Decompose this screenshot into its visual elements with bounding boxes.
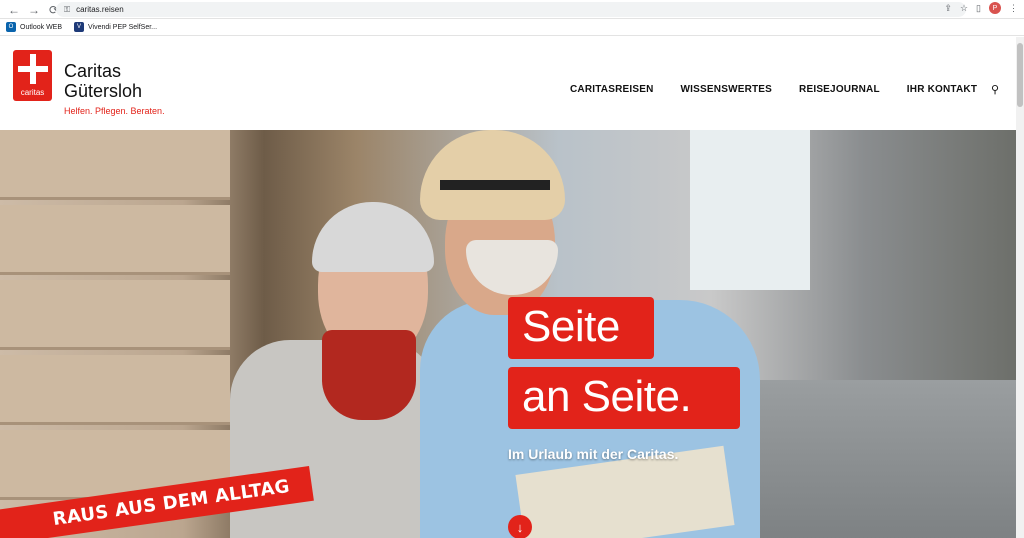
url-text: caritas.reisen xyxy=(76,5,124,14)
brand-line2: Gütersloh xyxy=(64,81,143,101)
vivendi-icon: V xyxy=(74,22,85,32)
sidepanel-icon[interactable]: ▯ xyxy=(976,3,981,14)
main-nav: CARITASREISEN WISSENSWERTES REISEJOURNAL… xyxy=(570,84,977,95)
wall-decoration xyxy=(0,130,230,200)
hero-banner: Seite an Seite. Im Urlaub mit der Carita… xyxy=(0,130,1016,538)
bookmark-vivendi[interactable]: V Vivendi PEP SelfSer... xyxy=(74,22,157,32)
hat-band xyxy=(440,180,550,190)
wall-decoration xyxy=(0,205,230,275)
wall-decoration xyxy=(0,280,230,350)
brand-tagline: Helfen. Pflegen. Beraten. xyxy=(64,106,165,116)
logo-wordmark: caritas xyxy=(20,88,45,97)
man-hat xyxy=(420,130,565,220)
headline-line1: Seite xyxy=(508,297,654,359)
bookmarks-bar: O Outlook WEB V Vivendi PEP SelfSer... xyxy=(0,19,1024,36)
bookmark-outlook[interactable]: O Outlook WEB xyxy=(6,22,62,32)
profile-avatar[interactable]: P xyxy=(989,2,1001,14)
headline-line2: an Seite. xyxy=(508,367,740,429)
lock-icon: ⚿ xyxy=(64,4,71,14)
bookmark-label: Vivendi PEP SelfSer... xyxy=(88,23,158,31)
hero-headline: Seite an Seite. xyxy=(508,297,740,437)
scrollbar-thumb[interactable] xyxy=(1017,43,1023,107)
outlook-icon: O xyxy=(6,22,16,32)
menu-icon[interactable]: ⋮ xyxy=(1009,3,1018,14)
nav-caritasreisen[interactable]: CARITASREISEN xyxy=(570,84,654,95)
browser-actions: ⇪ ☆ ▯ P ⋮ xyxy=(944,2,1018,14)
search-icon[interactable]: ⚲ xyxy=(991,83,999,96)
woman-hair xyxy=(312,202,434,272)
cross-icon xyxy=(17,54,48,84)
brand-name[interactable]: Caritas Gütersloh xyxy=(64,61,142,101)
caritas-logo[interactable]: caritas xyxy=(13,50,52,101)
scarf xyxy=(322,330,416,420)
bookmark-label: Outlook WEB xyxy=(20,23,63,31)
share-icon[interactable]: ⇪ xyxy=(944,3,952,14)
wall-decoration xyxy=(0,355,230,425)
address-bar[interactable]: ⚿ caritas.reisen xyxy=(56,2,966,17)
sky-background xyxy=(690,130,810,290)
nav-ihr-kontakt[interactable]: IHR KONTAKT xyxy=(907,84,977,95)
forward-icon[interactable]: → xyxy=(26,2,42,18)
star-icon[interactable]: ☆ xyxy=(960,3,968,14)
nav-wissenswertes[interactable]: WISSENSWERTES xyxy=(681,84,773,95)
site-header: caritas Caritas Gütersloh Helfen. Pflege… xyxy=(0,37,1016,130)
nav-reisejournal[interactable]: REISEJOURNAL xyxy=(799,84,880,95)
scroll-down-icon[interactable]: ↓ xyxy=(508,515,532,538)
back-icon[interactable]: ← xyxy=(6,2,22,18)
browser-toolbar: ← → ⟳ ⚿ caritas.reisen ⇪ ☆ ▯ P ⋮ xyxy=(0,0,1024,19)
page-scrollbar[interactable] xyxy=(1016,37,1024,538)
brand-line1: Caritas xyxy=(64,61,122,81)
hero-subheadline: Im Urlaub mit der Caritas. xyxy=(508,446,679,462)
